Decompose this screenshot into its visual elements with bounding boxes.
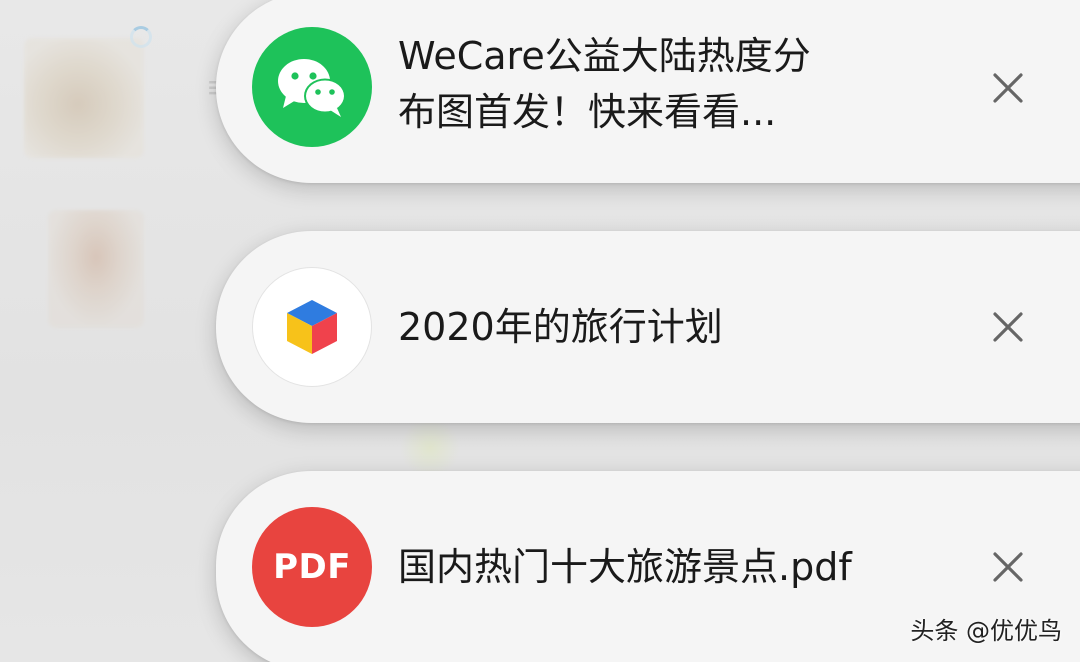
close-icon [993, 552, 1023, 582]
notification-title-line: WeCare公益大陆热度分 [398, 34, 811, 78]
background-thumbnail [24, 38, 144, 158]
notification-title: WeCare公益大陆热度分 布图首发！快来看看... [398, 28, 888, 140]
pdf-icon-label: PDF [273, 547, 351, 587]
background-decoration [400, 418, 460, 478]
background-avatar [48, 210, 144, 328]
notification-title: 2020年的旅行计划 [398, 299, 723, 355]
pdf-icon: PDF [252, 507, 372, 627]
notification-title-line: 布图首发！快来看看... [398, 90, 777, 134]
notification-card-travel-plan[interactable]: 2020年的旅行计划 [216, 231, 1080, 423]
close-button[interactable] [988, 547, 1028, 587]
close-button[interactable] [988, 307, 1028, 347]
watermark: 头条 @优优鸟 [910, 617, 1062, 645]
close-icon [993, 312, 1023, 342]
close-button[interactable] [988, 68, 1028, 108]
notification-title-line: 2020年的旅行计划 [398, 305, 723, 349]
wechat-icon [252, 27, 372, 147]
cube-app-icon [252, 267, 372, 387]
notification-title-line: 国内热门十大旅游景点.pdf [398, 545, 852, 589]
notification-card-wechat[interactable]: WeCare公益大陆热度分 布图首发！快来看看... [216, 0, 1080, 183]
loading-spinner-icon [130, 26, 152, 48]
close-icon [993, 73, 1023, 103]
notification-title: 国内热门十大旅游景点.pdf [398, 539, 852, 595]
